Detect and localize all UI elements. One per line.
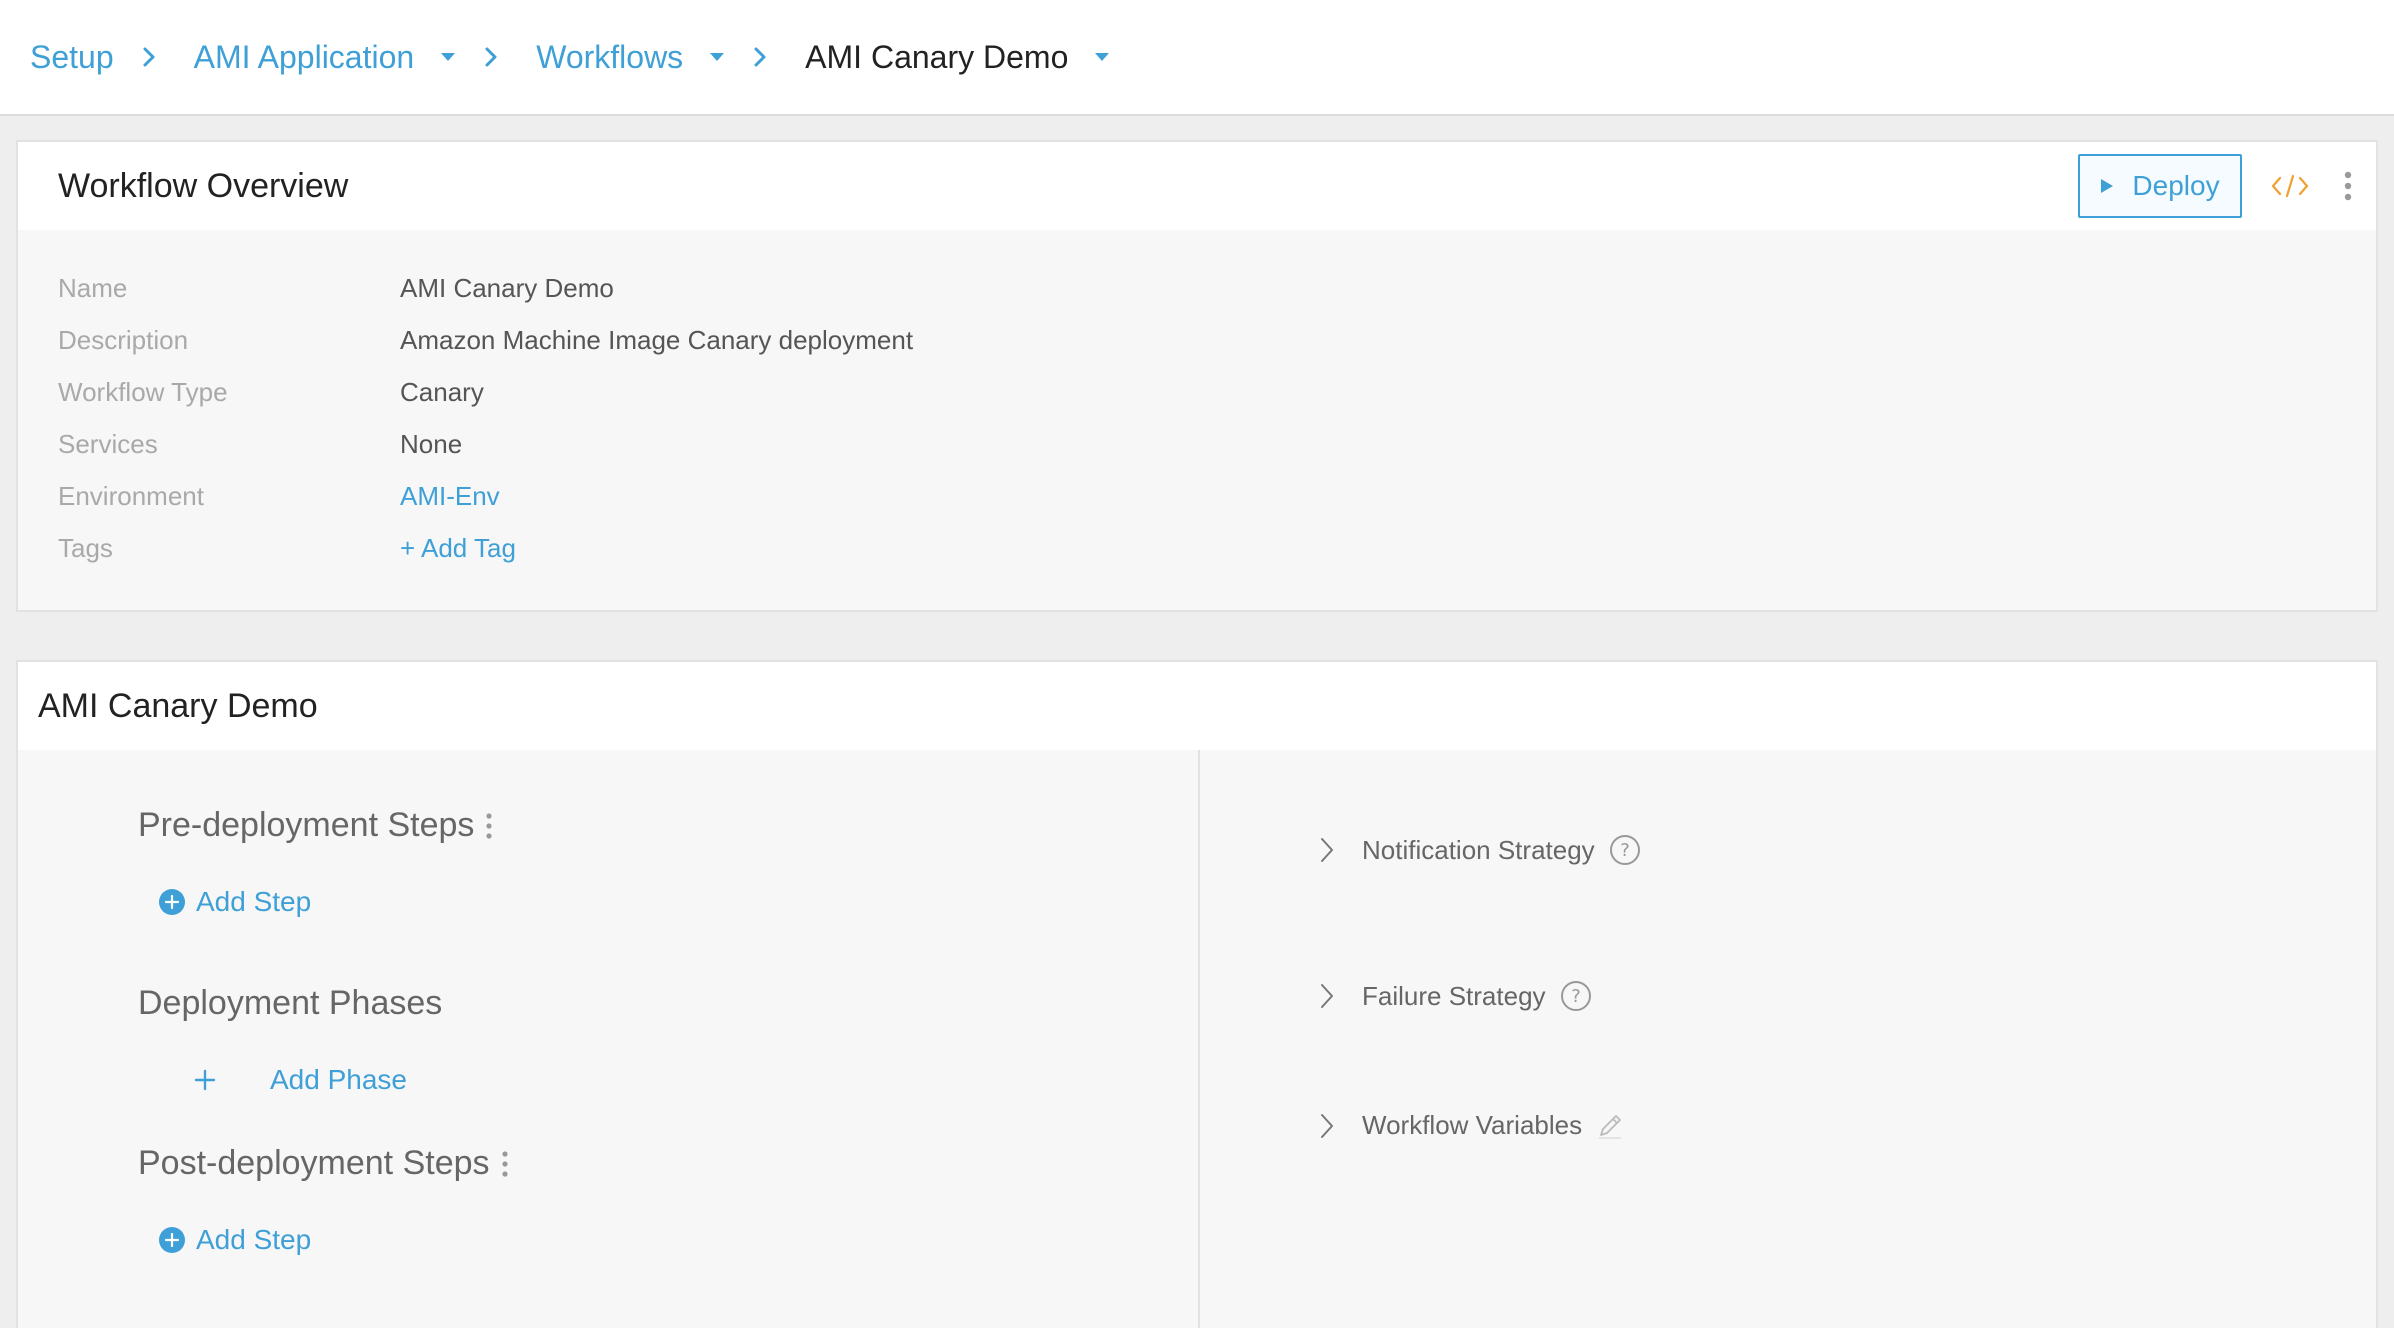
add-phase-label: Add Phase	[270, 1064, 407, 1095]
breadcrumb-setup: Setup	[30, 39, 194, 76]
workflow-header: AMI Canary Demo	[18, 662, 2376, 750]
kebab-icon[interactable]	[486, 812, 493, 840]
chevron-right-icon	[753, 46, 767, 68]
detail-row-services: Services None	[58, 418, 2376, 470]
caret-down-icon[interactable]	[1094, 52, 1110, 62]
failure-strategy-label: Failure Strategy	[1362, 980, 1546, 1011]
plus-circle-icon	[158, 888, 186, 916]
pre-deployment-title: Pre-deployment Steps	[138, 806, 475, 844]
post-deployment-section: Post-deployment Steps	[138, 1144, 508, 1183]
workflow-overview-title: Workflow Overview	[58, 166, 349, 205]
play-icon	[2100, 178, 2114, 194]
deploy-button[interactable]: Deploy	[2078, 154, 2242, 218]
caret-down-icon[interactable]	[709, 52, 725, 62]
workflow-overview-details: Name AMI Canary Demo Description Amazon …	[18, 230, 2376, 574]
detail-value: AMI Canary Demo	[400, 272, 614, 303]
detail-label: Workflow Type	[58, 376, 228, 407]
notification-strategy-toggle[interactable]: Notification Strategy ?	[1320, 834, 1641, 866]
svg-text:?: ?	[1620, 840, 1630, 861]
detail-value: Canary	[400, 376, 484, 407]
detail-label: Description	[58, 324, 189, 355]
chevron-right-icon	[484, 46, 498, 68]
add-step-label: Add Step	[196, 1224, 312, 1255]
add-phase-button[interactable]: Add Phase	[194, 1064, 407, 1096]
workflow-variables-label: Workflow Variables	[1362, 1110, 1583, 1140]
detail-row-tags: Tags + Add Tag	[58, 522, 2376, 574]
deployment-phases-section: Deployment Phases	[138, 984, 442, 1023]
environment-link[interactable]: AMI-Env	[400, 481, 500, 512]
detail-label: Environment	[58, 480, 204, 511]
post-deployment-title: Post-deployment Steps	[138, 1144, 490, 1182]
workflow-title: AMI Canary Demo	[38, 686, 318, 725]
chevron-right-icon	[142, 46, 156, 68]
chevron-right-icon	[1320, 837, 1334, 863]
detail-label: Tags	[58, 532, 113, 563]
svg-text:?: ?	[1571, 986, 1581, 1007]
workflow-panel: AMI Canary Demo Pre-deployment Steps Add…	[16, 660, 2378, 1328]
breadcrumb-link-setup[interactable]: Setup	[30, 39, 114, 76]
workflow-variables-toggle[interactable]: Workflow Variables	[1320, 1110, 1624, 1141]
workflow-settings-column: Notification Strategy ? Failure Strategy…	[1202, 750, 2376, 1328]
detail-value: Amazon Machine Image Canary deployment	[400, 324, 914, 355]
deployment-phases-title: Deployment Phases	[138, 984, 443, 1022]
help-icon[interactable]: ?	[1609, 834, 1641, 866]
breadcrumb-link-application[interactable]: AMI Application	[194, 39, 415, 76]
detail-label: Name	[58, 272, 128, 303]
plus-circle-icon	[158, 1226, 186, 1254]
overview-actions: Deploy	[2078, 154, 2352, 218]
failure-strategy-toggle[interactable]: Failure Strategy ?	[1320, 980, 1592, 1012]
breadcrumb-link-workflows[interactable]: Workflows	[536, 39, 683, 76]
workflow-body: Pre-deployment Steps Add Step Deployment…	[18, 750, 2376, 1328]
notification-strategy-label: Notification Strategy	[1362, 834, 1595, 865]
detail-row-name: Name AMI Canary Demo	[58, 262, 2376, 314]
breadcrumb-current: AMI Canary Demo	[805, 39, 1110, 76]
breadcrumb-workflows: Workflows	[536, 39, 805, 76]
breadcrumb-application: AMI Application	[194, 39, 537, 76]
pencil-icon[interactable]	[1596, 1112, 1624, 1140]
detail-row-environment: Environment AMI-Env	[58, 470, 2376, 522]
pre-deployment-add-step-button[interactable]: Add Step	[158, 886, 311, 918]
breadcrumb: Setup AMI Application Workflows AMI Cana…	[0, 0, 2394, 116]
breadcrumb-current-label: AMI Canary Demo	[805, 38, 1069, 75]
add-step-label: Add Step	[196, 886, 312, 917]
workflow-overview-panel: Workflow Overview Deploy Name AMI Canary…	[16, 140, 2378, 612]
plus-icon	[194, 1069, 216, 1091]
workflow-steps-column: Pre-deployment Steps Add Step Deployment…	[18, 750, 1200, 1328]
help-icon[interactable]: ?	[1560, 980, 1592, 1012]
detail-value: None	[400, 428, 463, 459]
code-icon[interactable]	[2270, 173, 2310, 199]
detail-label: Services	[58, 428, 158, 459]
deploy-label: Deploy	[2132, 170, 2220, 201]
post-deployment-add-step-button[interactable]: Add Step	[158, 1224, 311, 1256]
workflow-overview-header: Workflow Overview Deploy	[18, 142, 2376, 230]
pre-deployment-section: Pre-deployment Steps	[138, 806, 493, 845]
caret-down-icon[interactable]	[440, 52, 456, 62]
kebab-icon[interactable]	[2344, 171, 2352, 201]
detail-row-workflow-type: Workflow Type Canary	[58, 366, 2376, 418]
chevron-right-icon	[1320, 983, 1334, 1009]
detail-row-description: Description Amazon Machine Image Canary …	[58, 314, 2376, 366]
add-tag-link[interactable]: + Add Tag	[400, 533, 516, 564]
chevron-right-icon	[1320, 1113, 1334, 1139]
kebab-icon[interactable]	[501, 1150, 508, 1178]
